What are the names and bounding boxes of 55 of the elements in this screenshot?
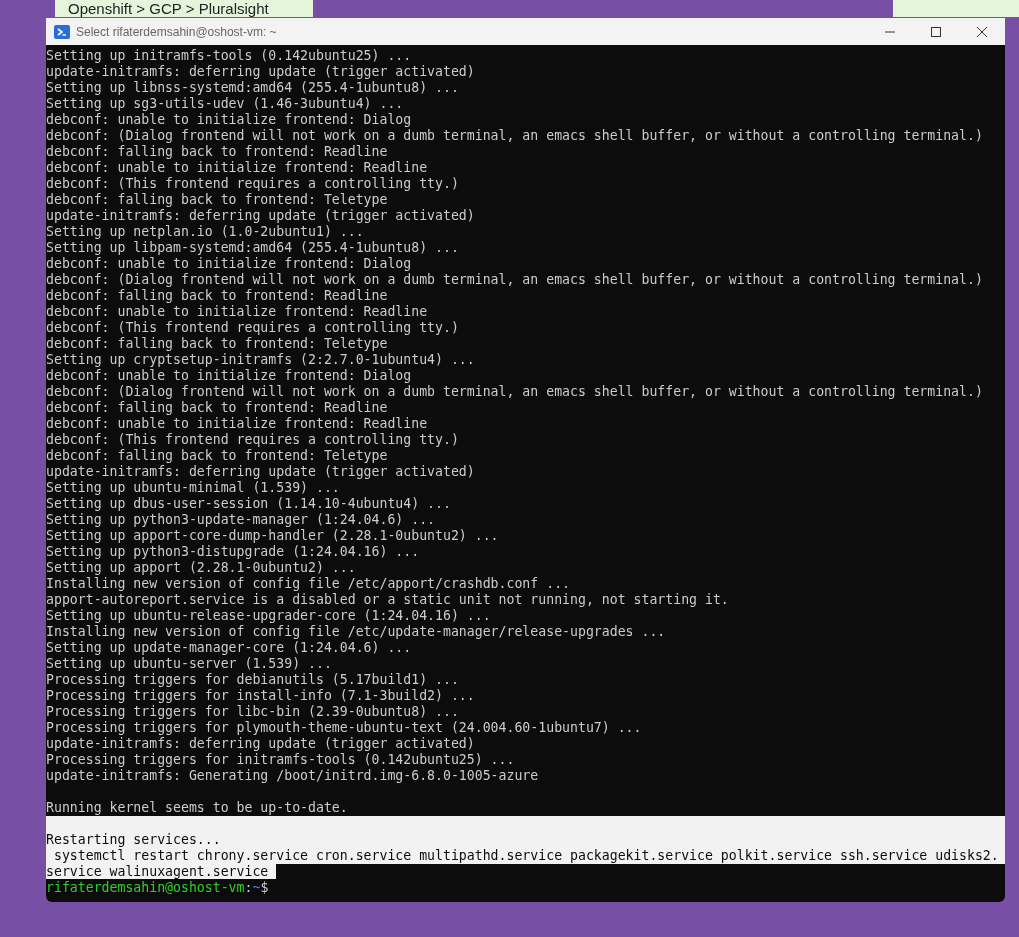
terminal-line: Setting up ubuntu-minimal (1.539) ... <box>46 480 340 495</box>
terminal-line: debconf: (This frontend requires a controlling tty.) <box>46 432 459 447</box>
terminal-line: Processing triggers for initramfs-tools (0.142ubuntu25) ... <box>46 752 515 767</box>
terminal-line: Setting up initramfs-tools (0.142ubuntu25) ... <box>46 48 412 63</box>
terminal-line: debconf: unable to initialize frontend: Readline <box>46 160 428 175</box>
terminal-line: Setting up update-manager-core (1:24.04.6) ... <box>46 640 412 655</box>
terminal-line: debconf: (This frontend requires a controlling tty.) <box>46 176 459 191</box>
terminal-line: Installing new version of config file /etc/apport/crashdb.conf ... <box>46 576 570 591</box>
terminal-line: debconf: falling back to frontend: Teletype <box>46 336 388 351</box>
terminal-line: systemctl restart chrony.service cron.service multipathd.service packagekit.service polkit.service ssh.service udisks2. <box>52 848 999 863</box>
close-icon <box>976 25 988 38</box>
terminal-line: Restarting services... <box>46 832 221 847</box>
terminal-line: Setting up libnss-systemd:amd64 (255.4-1ubuntu8) ... <box>46 80 459 95</box>
terminal-line: update-initramfs: Generating /boot/initrd.img-6.8.0-1005-azure <box>46 768 539 783</box>
terminal-line: Processing triggers for debianutils (5.17build1) ... <box>46 672 459 687</box>
browser-tab[interactable]: Openshift > GCP > Pluralsight <box>55 0 313 17</box>
terminal-line: update-initramfs: deferring update (trigger activated) <box>46 64 475 79</box>
terminal-line: Setting up cryptsetup-initramfs (2:2.7.0-1ubuntu4) ... <box>46 352 475 367</box>
terminal-line: debconf: falling back to frontend: Teletype <box>46 448 388 463</box>
terminal-line: Setting up python3-distupgrade (1:24.04.16) ... <box>46 544 420 559</box>
terminal-line: debconf: (Dialog frontend will not work on a dumb terminal, an emacs shell buffer, or without a controlling terminal.) <box>46 128 983 143</box>
terminal-line: Setting up netplan.io (1.0-2ubuntu1) ... <box>46 224 364 239</box>
terminal-line: apport-autoreport.service is a disabled or a static unit not running, not starting it. <box>46 592 729 607</box>
terminal-line: Installing new version of config file /etc/update-manager/release-upgrades ... <box>46 624 666 639</box>
terminal-line: debconf: unable to initialize frontend: Dialog <box>46 368 412 383</box>
terminal-line: Setting up dbus-user-session (1.14.10-4ubuntu4) ... <box>46 496 451 511</box>
terminal-line: Processing triggers for plymouth-theme-ubuntu-text (24.004.60-1ubuntu7) ... <box>46 720 642 735</box>
terminal-line: Setting up ubuntu-release-upgrader-core (1:24.04.16) ... <box>46 608 491 623</box>
terminal-line: Setting up ubuntu-server (1.539) ... <box>46 656 332 671</box>
window-title: Select rifaterdemsahin@oshost-vm: ~ <box>76 24 277 39</box>
terminal-line: Setting up apport-core-dump-handler (2.28.1-0ubuntu2) ... <box>46 528 499 543</box>
terminal-line: Processing triggers for install-info (7.1-3build2) ... <box>46 688 475 703</box>
terminal-line: debconf: falling back to frontend: Teletype <box>46 192 388 207</box>
terminal-line: Setting up python3-update-manager (1:24.04.6) ... <box>46 512 436 527</box>
terminal-icon <box>54 23 70 40</box>
terminal-line: update-initramfs: deferring update (trigger activated) <box>46 208 475 223</box>
terminal-line: debconf: unable to initialize frontend: Dialog <box>46 256 412 271</box>
terminal-line: update-initramfs: deferring update (trigger activated) <box>46 464 475 479</box>
terminal-line: Setting up apport (2.28.1-0ubuntu2) ... <box>46 560 356 575</box>
terminal-line: debconf: falling back to frontend: Readline <box>46 400 388 415</box>
terminal-line: debconf: (This frontend requires a controlling tty.) <box>46 320 459 335</box>
maximize-icon <box>930 25 942 38</box>
terminal-line: debconf: unable to initialize frontend: Dialog <box>46 112 412 127</box>
terminal-line: debconf: falling back to frontend: Readline <box>46 144 388 159</box>
terminal-line: debconf: (Dialog frontend will not work on a dumb terminal, an emacs shell buffer, or without a controlling terminal.) <box>46 384 983 399</box>
terminal-line: Setting up sg3-utils-udev (1.46-3ubuntu4) ... <box>46 96 404 111</box>
terminal-line: update-initramfs: deferring update (trigger activated) <box>46 736 475 751</box>
terminal-line: debconf: falling back to frontend: Readline <box>46 288 388 303</box>
terminal-line: debconf: (Dialog frontend will not work on a dumb terminal, an emacs shell buffer, or without a controlling terminal.) <box>46 272 983 287</box>
terminal-line: Running kernel seems to be up-to-date. <box>46 800 348 815</box>
terminal-line: Setting up libpam-systemd:amd64 (255.4-1ubuntu8) ... <box>46 240 459 255</box>
terminal-line: Processing triggers for libc-bin (2.39-0ubuntu8) ... <box>46 704 459 719</box>
shell-prompt: rifaterdemsahin@oshost-vm:~$ <box>46 880 270 896</box>
terminal-line: debconf: unable to initialize frontend: Readline <box>46 304 428 319</box>
terminal-line: debconf: unable to initialize frontend: Readline <box>46 416 428 431</box>
